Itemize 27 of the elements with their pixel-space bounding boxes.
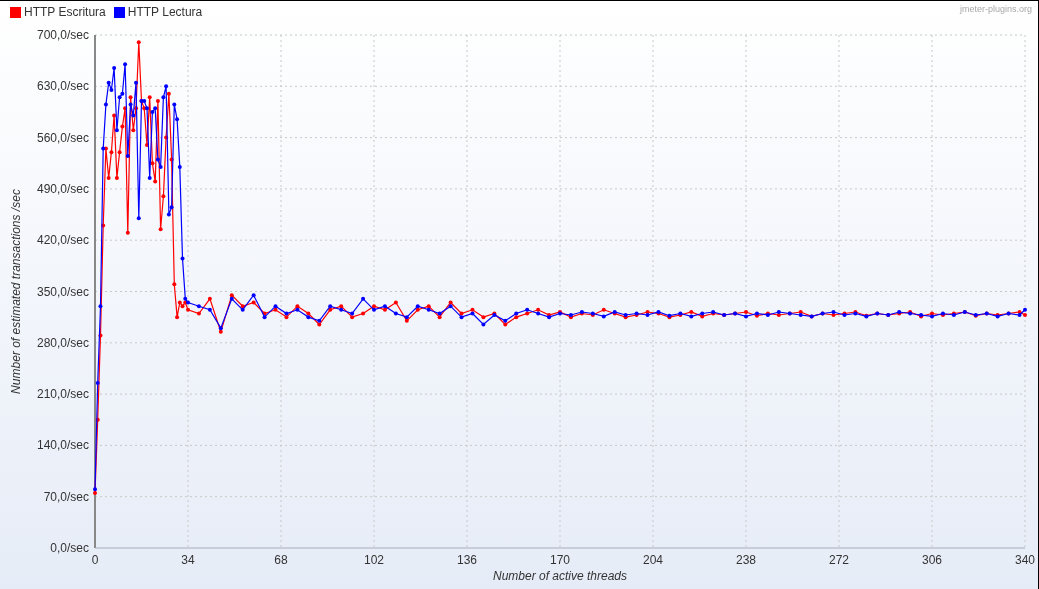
x-axis-title: Number of active threads: [492, 569, 628, 583]
x-tick-label: 306: [922, 553, 942, 567]
y-tick-label: 350,0/sec: [36, 284, 89, 299]
y-axis-title: Number of estimated transactions /sec: [9, 189, 23, 394]
x-tick-label: 170: [550, 553, 570, 567]
y-tick-label: 140,0/sec: [36, 438, 89, 453]
y-tick-label: 280,0/sec: [36, 335, 89, 350]
x-tick-label: 340: [1015, 553, 1035, 567]
y-tick-label: 490,0/sec: [36, 181, 89, 196]
y-tick-label: 630,0/sec: [36, 79, 89, 94]
y-tick-label: 560,0/sec: [36, 130, 89, 145]
x-tick-label: 238: [736, 553, 756, 567]
y-tick-label: 700,0/sec: [36, 28, 89, 42]
y-tick-label: 0,0/sec: [50, 541, 89, 555]
x-tick-label: 136: [457, 553, 477, 567]
y-tick-label: 210,0/sec: [36, 387, 89, 402]
x-tick-label: 272: [829, 553, 849, 567]
watermark-text: jmeter-plugins.org: [959, 4, 1032, 14]
y-tick-label: 70,0/sec: [43, 489, 89, 504]
x-tick-label: 204: [643, 553, 663, 567]
x-tick-label: 102: [364, 553, 384, 567]
legend-label: HTTP Escritura: [24, 5, 106, 19]
legend-label: HTTP Lectura: [127, 5, 203, 19]
x-tick-label: 34: [181, 553, 195, 567]
x-tick-label: 0: [91, 553, 99, 567]
y-tick-label: 420,0/sec: [36, 233, 89, 248]
x-tick-label: 68: [274, 553, 288, 567]
